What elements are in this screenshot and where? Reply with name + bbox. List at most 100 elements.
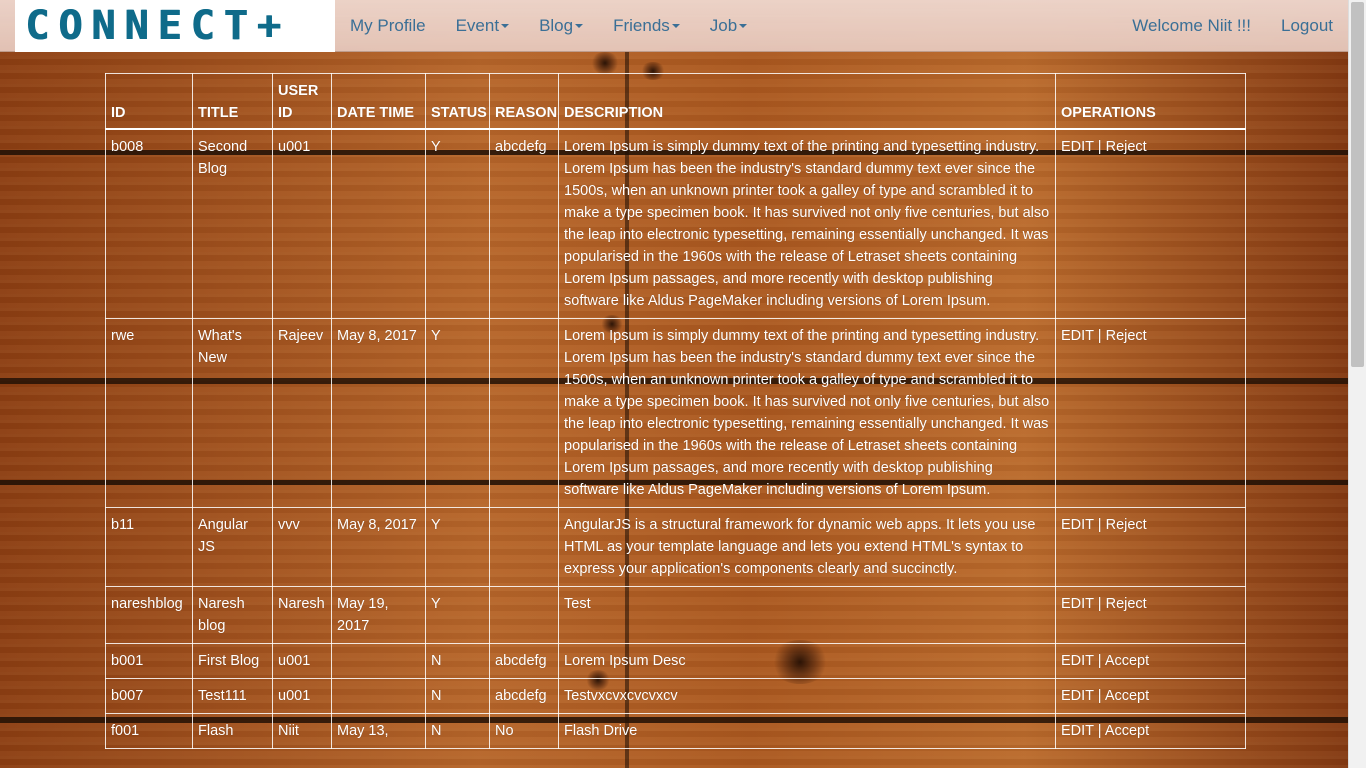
cell-user-id: vvv [272, 507, 332, 587]
table-body: b008 Second Blog u001 Yabcdefg Lorem Ipsum i… [105, 128, 1246, 749]
edit-link[interactable]: EDIT [1061, 723, 1094, 739]
cell-user-id: Naresh [272, 586, 332, 644]
cell-id: b007 [105, 678, 193, 714]
cell-id: rwe [105, 318, 193, 508]
cell-title: First Blog [192, 643, 273, 679]
nav-item-label: Friends [613, 15, 670, 35]
cell-user-id: Niit [272, 713, 332, 749]
nav-item-event[interactable]: Event [441, 0, 524, 52]
cell-operations: EDIT | Reject [1055, 128, 1246, 319]
reject-link[interactable]: Reject [1106, 517, 1147, 533]
cell-status: N [425, 643, 490, 679]
cell-description: AngularJS is a structural framework for … [558, 507, 1056, 587]
blog-table: ID TITLE USER ID DATE TIME STATUS REASON DESCR… [105, 73, 1246, 749]
accept-link[interactable]: Accept [1105, 688, 1149, 704]
table-row: rwe What's New Rajeev May 8, 2017 Y Lorem Ips… [105, 318, 1246, 508]
cell-operations: EDIT | Accept [1055, 643, 1246, 679]
cell-id: b11 [105, 507, 193, 587]
table-header-row: ID TITLE USER ID DATE TIME STATUS REASON DESCR… [105, 73, 1246, 130]
accept-link[interactable]: Accept [1105, 723, 1149, 739]
operation-separator: | [1093, 517, 1106, 533]
nav-item-my-profile[interactable]: My Profile [335, 0, 441, 52]
cell-reason: No [489, 713, 559, 749]
cell-user-id: u001 [272, 678, 332, 714]
cell-title: Test111 [192, 678, 273, 714]
top-navbar: CONNECT+ My Profile Event Blog Friends Job W… [0, 0, 1348, 52]
blog-table-container: ID TITLE USER ID DATE TIME STATUS REASON DESCR… [105, 73, 1246, 749]
reject-link[interactable]: Reject [1106, 596, 1147, 612]
cell-date-time [331, 643, 426, 679]
caret-down-icon [575, 24, 584, 29]
operation-separator: | [1093, 653, 1105, 669]
cell-id: f001 [105, 713, 193, 749]
column-header: DESCRIPTION [558, 73, 1056, 130]
operation-separator: | [1093, 328, 1106, 344]
cell-description: Lorem Ipsum Desc [558, 643, 1056, 679]
nav-menu: My Profile Event Blog Friends Job [335, 0, 762, 52]
edit-link[interactable]: EDIT [1061, 517, 1094, 533]
cell-title: Naresh blog [192, 586, 273, 644]
cell-status: N [425, 678, 490, 714]
caret-down-icon [671, 24, 680, 29]
cell-description: Lorem Ipsum is simply dummy text of the … [558, 318, 1056, 508]
table-row: nareshblog Naresh blog Naresh May 19, 2017 Y… [105, 586, 1246, 644]
cell-id: b008 [105, 128, 193, 319]
cell-operations: EDIT | Reject [1055, 507, 1246, 587]
table-row: b008 Second Blog u001 Yabcdefg Lorem Ipsum i… [105, 128, 1246, 319]
nav-item-friends[interactable]: Friends [598, 0, 695, 52]
cell-operations: EDIT | Accept [1055, 713, 1246, 749]
cell-status: Y [425, 586, 490, 644]
wood-knot [590, 52, 620, 74]
cell-description: Lorem Ipsum is simply dummy text of the … [558, 128, 1056, 319]
operation-separator: | [1093, 139, 1106, 155]
cell-date-time [331, 128, 426, 319]
operation-separator: | [1093, 723, 1105, 739]
caret-down-icon [739, 24, 748, 29]
nav-item-label: Job [709, 15, 738, 35]
brand-logo-text: CONNECT+ [25, 2, 290, 49]
scrollbar-thumb[interactable] [1351, 2, 1364, 367]
edit-link[interactable]: EDIT [1061, 688, 1094, 704]
edit-link[interactable]: EDIT [1061, 139, 1094, 155]
nav-item-label: My Profile [350, 15, 426, 35]
operation-separator: | [1093, 596, 1106, 612]
vertical-scrollbar[interactable] [1348, 0, 1366, 768]
cell-id: nareshblog [105, 586, 193, 644]
reject-link[interactable]: Reject [1106, 139, 1147, 155]
nav-user-menu: Welcome Niit !!! Logout [1117, 0, 1348, 52]
cell-description: Flash Drive [558, 713, 1056, 749]
logout-link[interactable]: Logout [1266, 0, 1348, 52]
cell-operations: EDIT | Reject [1055, 318, 1246, 508]
column-header: OPERATIONS [1055, 73, 1246, 130]
cell-reason [489, 318, 559, 508]
welcome-user-link[interactable]: Welcome Niit !!! [1117, 0, 1266, 52]
accept-link[interactable]: Accept [1105, 653, 1149, 669]
cell-description: Testvxcvxcvcvxcv [558, 678, 1056, 714]
nav-item-blog[interactable]: Blog [524, 0, 598, 52]
column-header: REASON [489, 73, 559, 130]
column-header: ID [105, 73, 193, 130]
cell-title: Second Blog [192, 128, 273, 319]
column-header: DATE TIME [331, 73, 426, 130]
cell-date-time: May 8, 2017 [331, 318, 426, 508]
operation-separator: | [1093, 688, 1105, 704]
edit-link[interactable]: EDIT [1061, 596, 1094, 612]
cell-status: Y [425, 318, 490, 508]
cell-operations: EDIT | Accept [1055, 678, 1246, 714]
cell-status: Y [425, 507, 490, 587]
reject-link[interactable]: Reject [1106, 328, 1147, 344]
cell-status: N [425, 713, 490, 749]
cell-user-id: u001 [272, 643, 332, 679]
cell-user-id: Rajeev [272, 318, 332, 508]
cell-reason: abcdefg [489, 128, 559, 319]
table-row: b11 Angular JS vvv May 8, 2017 Y AngularJS is… [105, 507, 1246, 587]
column-header: STATUS [425, 73, 490, 130]
brand-logo[interactable]: CONNECT+ [15, 0, 335, 52]
caret-down-icon [501, 24, 510, 29]
cell-user-id: u001 [272, 128, 332, 319]
cell-reason [489, 586, 559, 644]
edit-link[interactable]: EDIT [1061, 328, 1094, 344]
nav-item-job[interactable]: Job [695, 0, 762, 52]
cell-reason: abcdefg [489, 678, 559, 714]
edit-link[interactable]: EDIT [1061, 653, 1094, 669]
